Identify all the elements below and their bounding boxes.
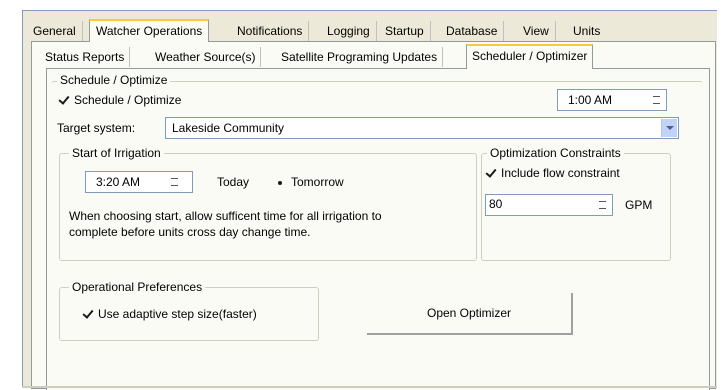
tab-status-reports[interactable]: Status Reports	[40, 47, 131, 67]
radio-icon	[200, 177, 212, 189]
include-flow-constraint-label: Include flow constraint	[501, 166, 620, 180]
check-icon	[484, 167, 497, 180]
radio-today-label: Today	[217, 175, 250, 189]
spin-arrows-icon[interactable]	[648, 90, 664, 110]
start-of-irrigation-group-label: Start of Irrigation	[69, 146, 164, 160]
tab-satellite-programing-updates[interactable]: Satellite Programing Updates	[276, 47, 444, 67]
tab-startup[interactable]: Startup	[379, 21, 431, 41]
schedule-time-value: 1:00 AM	[568, 93, 613, 107]
radio-tomorrow-label: Tomorrow	[291, 175, 344, 189]
schedule-optimize-group-label: Schedule / Optimize	[57, 73, 171, 87]
check-icon	[81, 308, 94, 321]
spin-arrows-icon[interactable]	[594, 195, 610, 215]
options-dialog: General Watcher Operations Notifications…	[22, 10, 717, 390]
tab-scheduler-optimizer[interactable]: Scheduler / Optimizer	[466, 44, 594, 69]
schedule-time-picker[interactable]: 1:00 AM	[557, 89, 667, 111]
flow-constraint-value: 80	[489, 197, 503, 211]
tab-notifications[interactable]: Notifications	[231, 21, 310, 41]
optimization-constraints-group-label: Optimization Constraints	[487, 146, 624, 160]
radio-today[interactable]: Today	[200, 175, 249, 189]
target-system-label: Target system:	[57, 121, 136, 135]
open-optimizer-button[interactable]: Open Optimizer	[367, 293, 573, 335]
tab-database[interactable]: Database	[440, 21, 505, 41]
check-icon	[57, 94, 70, 107]
start-of-irrigation-group	[59, 153, 477, 261]
target-system-combo[interactable]: Lakeside Community	[165, 117, 679, 139]
irrigation-note-line-1: When choosing start, allow sufficent tim…	[69, 209, 382, 223]
tab-logging[interactable]: Logging	[321, 21, 377, 41]
flow-unit-label: GPM	[625, 198, 653, 212]
irrigation-start-time-value: 3:20 AM	[96, 175, 141, 189]
flow-constraint-input[interactable]: 80	[485, 194, 613, 216]
tab-weather-sources[interactable]: Weather Source(s)	[150, 47, 262, 67]
tab-general[interactable]: General	[27, 21, 83, 41]
schedule-optimize-checkbox[interactable]: Schedule / Optimize	[57, 93, 181, 107]
outer-tab-strip: General Watcher Operations Notifications…	[23, 19, 717, 42]
scheduler-optimizer-panel: Schedule / Optimize Schedule / Optimize …	[46, 68, 710, 390]
radio-selected-icon	[274, 177, 286, 189]
adaptive-step-size-checkbox[interactable]: Use adaptive step size(faster)	[81, 307, 257, 321]
chevron-down-icon[interactable]	[661, 119, 677, 137]
spin-arrows-icon[interactable]	[166, 172, 182, 192]
irrigation-start-time-picker[interactable]: 3:20 AM	[85, 171, 193, 193]
target-system-value: Lakeside Community	[172, 121, 285, 135]
irrigation-note-line-2: complete before units cross day change t…	[69, 225, 311, 239]
schedule-optimize-checkbox-label: Schedule / Optimize	[74, 93, 182, 107]
operational-preferences-group-label: Operational Preferences	[69, 280, 206, 294]
adaptive-step-size-label: Use adaptive step size(faster)	[98, 307, 257, 321]
watcher-operations-panel: Status Reports Weather Source(s) Satelli…	[31, 41, 716, 390]
tab-watcher-operations[interactable]: Watcher Operations	[89, 19, 210, 42]
tab-view[interactable]: View	[517, 21, 556, 41]
radio-tomorrow[interactable]: Tomorrow	[274, 175, 344, 189]
tab-units[interactable]: Units	[567, 21, 606, 41]
include-flow-constraint-checkbox[interactable]: Include flow constraint	[484, 166, 620, 180]
